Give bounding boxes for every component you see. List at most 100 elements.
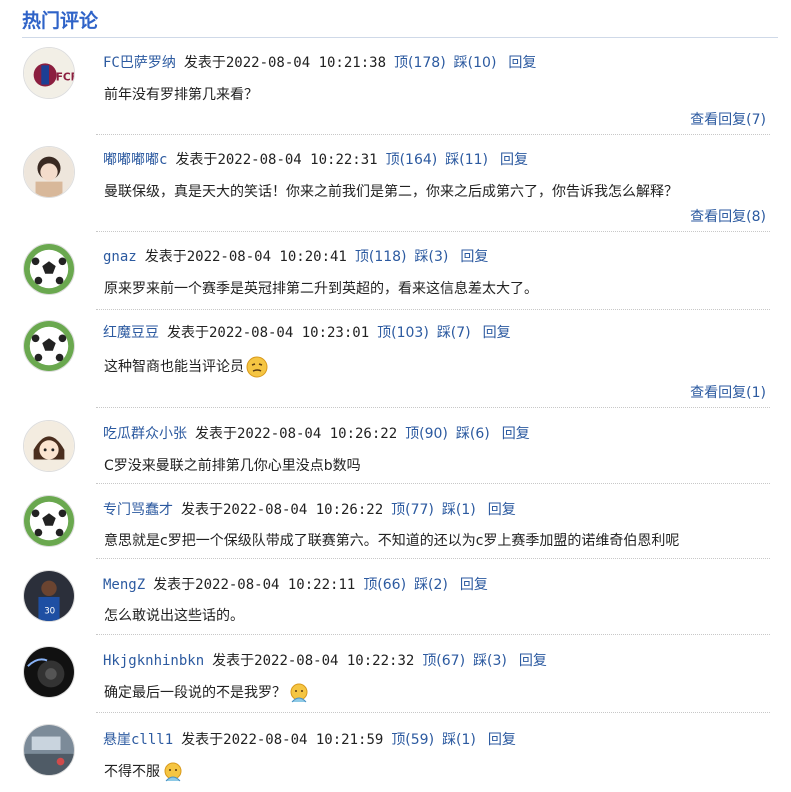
- downvote-link[interactable]: 踩(7): [437, 325, 471, 341]
- comment-text: 不得不服: [104, 764, 160, 780]
- comment-divider: [96, 483, 770, 484]
- downvote-link[interactable]: 踩(1): [442, 732, 476, 748]
- posted-prefix: 发表于: [181, 502, 223, 518]
- title-divider: [22, 37, 778, 38]
- comment-text: 这种智商也能当评论员: [104, 359, 244, 375]
- view-replies-link[interactable]: 查看回复(1): [690, 382, 766, 402]
- avatar[interactable]: 30: [23, 570, 75, 622]
- posted-label: 发表于2022-08-04 10:26:22: [195, 426, 397, 442]
- timestamp: 2022-08-04 10:22:32: [254, 653, 415, 669]
- reply-link[interactable]: 回复: [460, 577, 488, 593]
- avatar[interactable]: [23, 495, 75, 547]
- upvote-link[interactable]: 顶(164): [386, 152, 438, 168]
- timestamp: 2022-08-04 10:22:11: [195, 577, 356, 593]
- praying-emoji-icon: [162, 761, 184, 783]
- comment-text: 意思就是c罗把一个保级队带成了联赛第六。不知道的还以为c罗上赛季加盟的诺维奇伯恩…: [104, 533, 680, 549]
- timestamp: 2022-08-04 10:22:31: [217, 152, 378, 168]
- upvote-link[interactable]: 顶(66): [363, 577, 406, 593]
- svg-text:FCB: FCB: [56, 72, 74, 84]
- upvote-link[interactable]: 顶(59): [391, 732, 434, 748]
- comment-text: 前年没有罗排第几来看？: [104, 87, 258, 103]
- username[interactable]: gnaz: [103, 249, 137, 265]
- reply-link[interactable]: 回复: [483, 325, 511, 341]
- hot-comments-title: 热门评论: [22, 10, 99, 32]
- timestamp: 2022-08-04 10:26:22: [223, 502, 384, 518]
- username[interactable]: 红魔豆豆: [103, 325, 159, 341]
- comment-text: 原来罗来前一个赛季是英冠排第二升到英超的，看来这信息差太大了。: [104, 281, 538, 297]
- reply-link[interactable]: 回复: [488, 502, 516, 518]
- avatar[interactable]: [23, 646, 75, 698]
- posted-label: 发表于2022-08-04 10:23:01: [167, 325, 369, 341]
- posted-prefix: 发表于: [212, 653, 255, 669]
- comment-divider: [96, 134, 770, 135]
- comment-text: 怎么敢说出这些话的。: [104, 608, 244, 624]
- avatar[interactable]: [23, 420, 75, 472]
- avatar[interactable]: [23, 724, 75, 776]
- upvote-link[interactable]: 顶(77): [391, 502, 434, 518]
- reply-link[interactable]: 回复: [502, 426, 530, 442]
- view-replies-link[interactable]: 查看回复(7): [690, 109, 766, 129]
- username[interactable]: 嘟嘟嘟嘟c: [103, 152, 167, 168]
- comment-text: C罗没来曼联之前排第几你心里没点b数吗: [104, 458, 361, 474]
- downvote-link[interactable]: 踩(3): [473, 653, 507, 669]
- posted-label: 发表于2022-08-04 10:21:38: [184, 55, 386, 71]
- upvote-link[interactable]: 顶(90): [405, 426, 448, 442]
- timestamp: 2022-08-04 10:26:22: [237, 426, 398, 442]
- comment-text: 确定最后一段说的不是我罗？: [104, 685, 286, 701]
- comment-body: 不得不服: [104, 761, 184, 783]
- reply-link[interactable]: 回复: [508, 55, 536, 71]
- comment-text: 曼联保级，真是天大的笑话！你来之前我们是第二，你来之后成第六了，你告诉我怎么解释…: [104, 184, 678, 200]
- timestamp: 2022-08-04 10:23:01: [209, 325, 370, 341]
- comment-divider: [96, 407, 770, 408]
- posted-prefix: 发表于: [153, 577, 196, 593]
- timestamp: 2022-08-04 10:21:59: [223, 732, 384, 748]
- posted-prefix: 发表于: [167, 325, 209, 341]
- comment-divider: [96, 231, 770, 232]
- upvote-link[interactable]: 顶(103): [377, 325, 429, 341]
- avatar[interactable]: [23, 146, 75, 198]
- reply-link[interactable]: 回复: [460, 249, 488, 265]
- reply-link[interactable]: 回复: [519, 653, 547, 669]
- reply-link[interactable]: 回复: [488, 732, 516, 748]
- username[interactable]: Hkjgknhinbkn: [103, 653, 204, 669]
- downvote-link[interactable]: 踩(6): [456, 426, 490, 442]
- svg-text:30: 30: [44, 606, 55, 616]
- posted-label: 发表于2022-08-04 10:21:59: [181, 732, 383, 748]
- posted-label: 发表于2022-08-04 10:22:11: [153, 577, 355, 593]
- upvote-link[interactable]: 顶(67): [422, 653, 465, 669]
- posted-label: 发表于2022-08-04 10:26:22: [181, 502, 383, 518]
- username[interactable]: FC巴萨罗纳: [103, 55, 176, 71]
- timestamp: 2022-08-04 10:21:38: [225, 55, 387, 71]
- smirk-emoji-icon: [246, 356, 268, 378]
- avatar[interactable]: [23, 243, 75, 295]
- posted-prefix: 发表于: [144, 249, 187, 265]
- view-replies-link[interactable]: 查看回复(8): [690, 206, 766, 226]
- praying-emoji-icon: [288, 682, 310, 704]
- posted-prefix: 发表于: [181, 732, 224, 748]
- comment-divider: [96, 634, 770, 635]
- timestamp: 2022-08-04 10:20:41: [186, 249, 347, 265]
- reply-link[interactable]: 回复: [500, 152, 528, 168]
- posted-label: 发表于2022-08-04 10:22:32: [212, 653, 414, 669]
- avatar[interactable]: FCB: [23, 47, 75, 99]
- username[interactable]: 专门骂蠢才: [103, 502, 173, 518]
- posted-prefix: 发表于: [183, 55, 226, 71]
- posted-label: 发表于2022-08-04 10:22:31: [175, 152, 377, 168]
- posted-prefix: 发表于: [175, 152, 218, 168]
- upvote-link[interactable]: 顶(178): [394, 55, 446, 71]
- avatar[interactable]: [23, 320, 75, 372]
- downvote-link[interactable]: 踩(2): [414, 577, 448, 593]
- downvote-link[interactable]: 踩(11): [445, 152, 488, 168]
- downvote-link[interactable]: 踩(1): [442, 502, 476, 518]
- posted-label: 发表于2022-08-04 10:20:41: [145, 249, 347, 265]
- comment-divider: [96, 309, 770, 310]
- downvote-link[interactable]: 踩(3): [415, 249, 449, 265]
- upvote-link[interactable]: 顶(118): [355, 249, 407, 265]
- comment-body: 确定最后一段说的不是我罗？: [104, 682, 310, 704]
- username[interactable]: 悬崖clll1: [103, 732, 173, 748]
- downvote-link[interactable]: 踩(10): [454, 55, 497, 71]
- username[interactable]: 吃瓜群众小张: [103, 426, 187, 442]
- username[interactable]: MengZ: [103, 577, 145, 593]
- posted-prefix: 发表于: [195, 426, 237, 442]
- comment-divider: [96, 712, 770, 713]
